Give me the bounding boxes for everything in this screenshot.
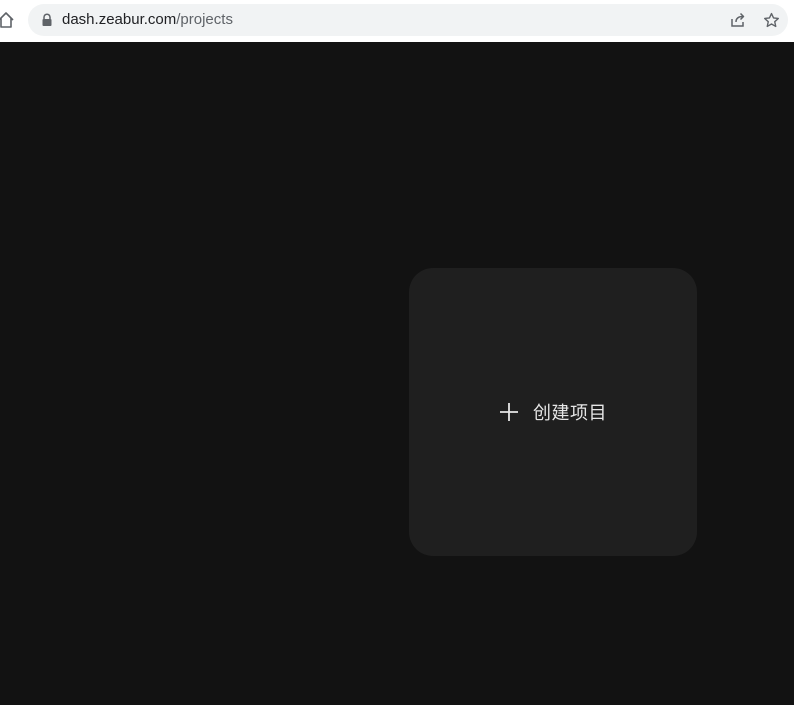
- create-project-label: 创建项目: [533, 403, 607, 424]
- address-bar[interactable]: dash.zeabur.com/projects: [28, 4, 788, 36]
- create-project-content: 创建项目: [499, 399, 607, 425]
- lock-icon[interactable]: [41, 13, 53, 27]
- bookmark-button[interactable]: [761, 11, 781, 29]
- create-project-card[interactable]: 创建项目: [409, 268, 697, 556]
- browser-toolbar: dash.zeabur.com/projects: [0, 0, 794, 42]
- share-button[interactable]: [728, 11, 748, 29]
- home-icon: [0, 12, 14, 28]
- home-button[interactable]: [0, 10, 16, 30]
- url-text[interactable]: dash.zeabur.com/projects: [62, 11, 233, 29]
- url-host: dash.zeabur.com: [62, 11, 177, 28]
- projects-page: 创建项目: [0, 42, 794, 705]
- star-icon: [763, 12, 779, 27]
- url-path: /projects: [176, 11, 233, 28]
- share-icon: [731, 12, 745, 27]
- plus-icon: [500, 403, 518, 421]
